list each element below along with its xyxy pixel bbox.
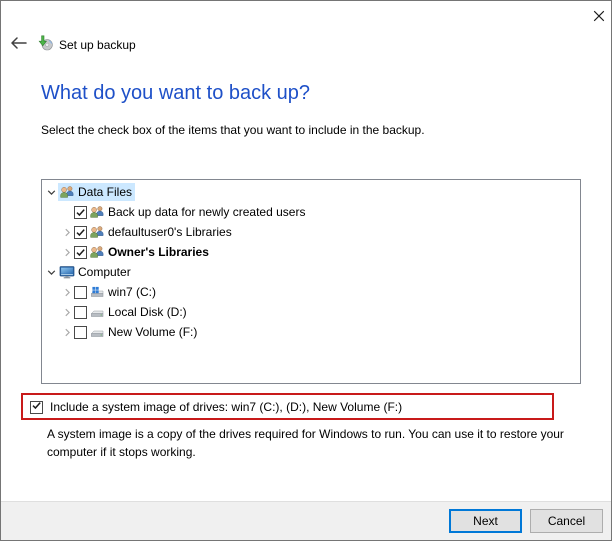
drive-icon: [89, 324, 105, 340]
tree-item-owner-s-libraries[interactable]: Owner's Libraries: [42, 242, 580, 262]
window-title: Set up backup: [59, 38, 136, 52]
tree-checkbox[interactable]: [74, 225, 87, 239]
tree-item-win7-c[interactable]: win7 (C:): [42, 282, 580, 302]
tree-item-content: Data Files: [58, 183, 136, 201]
tree-item-label: Computer: [78, 265, 131, 279]
tree-item-content: defaultuser0's Libraries: [88, 223, 235, 241]
chevron-right-icon[interactable]: [62, 287, 73, 298]
chevron-right-icon[interactable]: [62, 327, 73, 338]
tree-checkbox[interactable]: [74, 205, 87, 219]
chevron-right-icon[interactable]: [62, 227, 73, 238]
tree-item-label: New Volume (F:): [108, 325, 198, 339]
back-button[interactable]: [10, 37, 28, 51]
chevron-right-icon[interactable]: [62, 247, 73, 258]
close-button[interactable]: [593, 10, 605, 22]
tree-item-defaultuser0-s-libraries[interactable]: defaultuser0's Libraries: [42, 222, 580, 242]
system-image-label: Include a system image of drives: win7 (…: [50, 400, 403, 414]
tree-item-label: win7 (C:): [108, 285, 157, 299]
chevron-down-icon[interactable]: [46, 267, 57, 278]
chevron-down-icon[interactable]: [46, 187, 57, 198]
drive-icon: [89, 304, 105, 320]
tree-item-label: Data Files: [78, 185, 133, 199]
tree-item-label: defaultuser0's Libraries: [108, 225, 232, 239]
system-drive-icon: [89, 284, 105, 300]
instruction-text: Select the check box of the items that y…: [41, 123, 425, 137]
computer-icon: [59, 264, 75, 280]
users-icon: [89, 224, 105, 240]
tree-item-label: Local Disk (D:): [108, 305, 187, 319]
tree-item-data-files[interactable]: Data Files: [42, 182, 580, 202]
tree-item-content: Computer: [58, 263, 134, 281]
tree-item-content: win7 (C:): [88, 283, 159, 301]
cancel-button[interactable]: Cancel: [530, 509, 603, 533]
users-icon: [89, 204, 105, 220]
system-image-note: A system image is a copy of the drives r…: [47, 427, 564, 459]
tree-item-back-up-data-for-newly-created-users[interactable]: Back up data for newly created users: [42, 202, 580, 222]
users-icon: [89, 244, 105, 260]
system-image-checkbox[interactable]: [30, 398, 43, 416]
tree-item-content: Back up data for newly created users: [88, 203, 308, 221]
tree-checkbox[interactable]: [74, 325, 87, 339]
backup-items-tree: Data Files Back up data for newly created…: [41, 179, 581, 384]
page-heading: What do you want to back up?: [41, 82, 311, 104]
back-arrow-icon: [10, 37, 28, 49]
tree-checkbox[interactable]: [74, 305, 87, 319]
tree-item-local-disk-d[interactable]: Local Disk (D:): [42, 302, 580, 322]
backup-app-icon: [37, 35, 53, 51]
tree-item-label: Owner's Libraries: [108, 245, 209, 259]
tree-item-computer[interactable]: Computer: [42, 262, 580, 282]
check-icon: [31, 398, 42, 416]
close-icon: [593, 10, 605, 22]
tree-item-content: Local Disk (D:): [88, 303, 190, 321]
tree-item-new-volume-f[interactable]: New Volume (F:): [42, 322, 580, 342]
tree-checkbox[interactable]: [74, 285, 87, 299]
tree-item-content: New Volume (F:): [88, 323, 200, 341]
next-button[interactable]: Next: [449, 509, 522, 533]
tree-checkbox[interactable]: [74, 245, 87, 259]
setup-backup-window: Set up backup What do you want to back u…: [0, 0, 612, 541]
tree-item-label: Back up data for newly created users: [108, 205, 306, 219]
tree-item-content: Owner's Libraries: [88, 243, 212, 261]
chevron-right-icon[interactable]: [62, 307, 73, 318]
system-image-row: Include a system image of drives: win7 (…: [29, 397, 402, 417]
users-icon: [59, 184, 75, 200]
footer-bar: Next Cancel: [1, 501, 611, 540]
